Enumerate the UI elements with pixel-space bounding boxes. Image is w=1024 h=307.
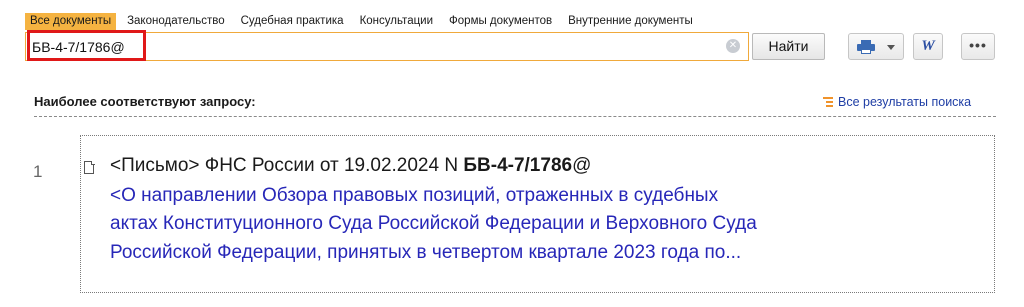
chevron-down-icon — [887, 45, 895, 50]
tab-internal-documents[interactable]: Внутренние документы — [563, 13, 698, 30]
all-results-label: Все результаты поиска — [838, 95, 972, 109]
section-divider — [34, 116, 996, 117]
export-word-button[interactable]: W — [913, 33, 943, 60]
tab-court-practice[interactable]: Судебная практика — [236, 13, 349, 30]
result-title-suffix: @ — [572, 155, 592, 176]
tab-all-documents[interactable]: Все документы — [25, 13, 117, 30]
printer-icon — [857, 40, 875, 54]
result-title[interactable]: <Письмо> ФНС России от 19.02.2024 N БВ-4… — [110, 155, 591, 177]
search-box — [25, 32, 749, 61]
print-button[interactable] — [848, 33, 904, 60]
search-input[interactable] — [32, 37, 722, 57]
more-options-button[interactable]: ••• — [961, 33, 995, 60]
list-icon — [823, 97, 833, 107]
clear-search-icon[interactable]: ✕ — [726, 39, 740, 53]
word-icon: W — [921, 38, 935, 54]
result-description-line[interactable]: <О направлении Обзора правовых позиций, … — [110, 185, 910, 207]
tab-legislation[interactable]: Законодательство — [122, 13, 230, 30]
result-description-line[interactable]: Российской Федерации, принятых в четверт… — [110, 242, 910, 264]
document-icon — [84, 160, 95, 174]
more-icon: ••• — [969, 37, 987, 53]
result-title-match: БВ-4-7/1786 — [463, 155, 573, 176]
tab-consultations[interactable]: Консультации — [355, 13, 438, 30]
tab-document-forms[interactable]: Формы документов — [444, 13, 557, 30]
result-title-prefix: <Письмо> ФНС России от 19.02.2024 N — [110, 155, 464, 176]
find-button[interactable]: Найти — [752, 33, 825, 60]
search-scope-tabs: Все документы Законодательство Судебная … — [25, 13, 704, 30]
result-number: 1 — [33, 162, 43, 181]
result-description-line[interactable]: актах Конституционного Суда Российской Ф… — [110, 213, 910, 235]
results-section-title: Наиболее соответствуют запросу: — [34, 94, 256, 109]
all-results-link[interactable]: Все результаты поиска — [823, 95, 971, 109]
